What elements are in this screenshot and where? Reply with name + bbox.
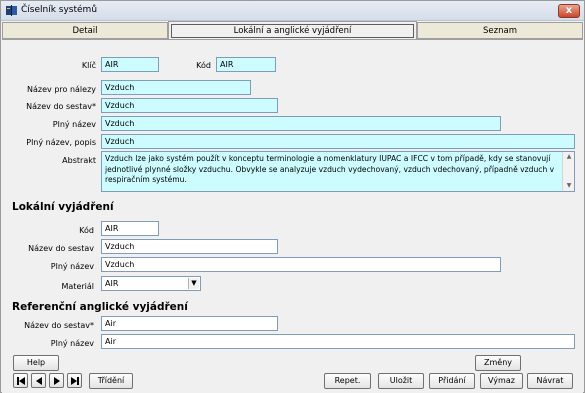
close-button[interactable]: x [558, 4, 580, 18]
local-plny-nazev-field[interactable]: Vzduch [101, 257, 501, 272]
pridani-button[interactable]: Přidání [429, 373, 475, 389]
scroll-down-icon[interactable]: ▼ [565, 182, 573, 190]
plny-nazev-label: Plný název [52, 120, 96, 129]
plny-nazev-field[interactable]: Vzduch [101, 116, 501, 131]
english-plny-nazev-field[interactable]: Air [101, 334, 575, 349]
vymaz-label: Výmaz [488, 376, 515, 385]
close-icon: x [565, 5, 573, 16]
zmeny-label: Změny [484, 358, 512, 367]
tab-detail[interactable]: Detail [2, 22, 168, 39]
help-button[interactable]: Help [13, 355, 59, 371]
nazev-sestav-label: Název do sestav* [26, 102, 96, 111]
repet-button[interactable]: Repet. [324, 373, 371, 389]
material-select[interactable]: AIR ▼ [101, 276, 201, 291]
abstrakt-label: Abstrakt [62, 156, 96, 165]
plny-popis-field[interactable]: Vzduch [101, 134, 575, 149]
nazev-sestav-field[interactable]: Vzduch [101, 98, 278, 113]
english-plny-nazev-label: Plný název [50, 339, 94, 348]
first-record-icon [17, 377, 25, 385]
trideni-button[interactable]: Třídění [89, 373, 133, 389]
prev-record-icon [36, 377, 42, 385]
english-nazev-sestav-label: Název do sestav* [24, 321, 94, 330]
local-kod-label: Kód [79, 226, 94, 235]
next-record-button[interactable] [49, 373, 64, 388]
last-record-icon [71, 377, 79, 385]
kod-label: Kód [196, 61, 211, 70]
window-title: Číselník systémů [21, 5, 98, 15]
prev-record-button[interactable] [31, 373, 46, 388]
klic-field[interactable]: AIR [101, 57, 159, 72]
tab-bar: Detail Lokální a anglické vyjádření Sezn… [2, 21, 583, 39]
navrat-label: Návrat [536, 376, 564, 385]
plny-popis-label: Plný název, popis [26, 138, 96, 147]
tab-local-english-label: Lokální a anglické vyjádření [233, 26, 352, 36]
pridani-label: Přidání [438, 376, 466, 385]
material-label: Materiál [61, 282, 95, 291]
local-nazev-sestav-field[interactable]: Vzduch [101, 239, 278, 254]
vymaz-button[interactable]: Výmaz [480, 373, 523, 389]
trideni-label: Třídění [97, 376, 125, 385]
nazev-nalezy-label: Název pro nálezy [27, 85, 96, 94]
nazev-nalezy-field[interactable]: Vzduch [101, 80, 251, 95]
tab-seznam-label: Seznam [483, 26, 517, 36]
english-nazev-sestav-field[interactable]: Air [101, 316, 278, 331]
last-record-button[interactable] [67, 373, 82, 388]
klic-label: Klíč [81, 61, 96, 70]
help-label: Help [26, 358, 46, 367]
app-window: Číselník systémů x Detail Lokální a angl… [0, 0, 585, 393]
tab-detail-label: Detail [72, 26, 98, 36]
abstrakt-text: Vzduch lze jako systém použít v konceptu… [105, 154, 555, 184]
tab-seznam[interactable]: Seznam [417, 22, 583, 39]
ulozit-label: Uložit [389, 376, 413, 385]
material-value: AIR [105, 279, 119, 288]
ulozit-button[interactable]: Uložit [378, 373, 424, 389]
local-nazev-sestav-label: Název do sestav [28, 244, 94, 253]
dropdown-arrow-icon[interactable]: ▼ [188, 278, 199, 289]
title-bar: Číselník systémů x [1, 1, 584, 21]
repet-label: Repet. [334, 376, 361, 385]
local-plny-nazev-label: Plný název [50, 262, 94, 271]
next-record-icon [54, 377, 60, 385]
abstrakt-scrollbar[interactable]: ▲ ▼ [562, 152, 574, 191]
app-book-icon [6, 5, 17, 16]
english-section-title: Referenční anglické vyjádření [12, 301, 188, 313]
kod-field[interactable]: AIR [216, 57, 276, 72]
abstrakt-textarea[interactable]: Vzduch lze jako systém použít v konceptu… [101, 151, 575, 192]
scroll-up-icon[interactable]: ▲ [565, 153, 573, 161]
navrat-button[interactable]: Návrat [527, 373, 573, 389]
local-section-title: Lokální vyjádření [12, 201, 114, 213]
zmeny-button[interactable]: Změny [475, 355, 521, 371]
first-record-button[interactable] [13, 373, 28, 388]
tab-local-english[interactable]: Lokální a anglické vyjádření [168, 21, 417, 39]
local-kod-field[interactable]: AIR [101, 221, 159, 236]
